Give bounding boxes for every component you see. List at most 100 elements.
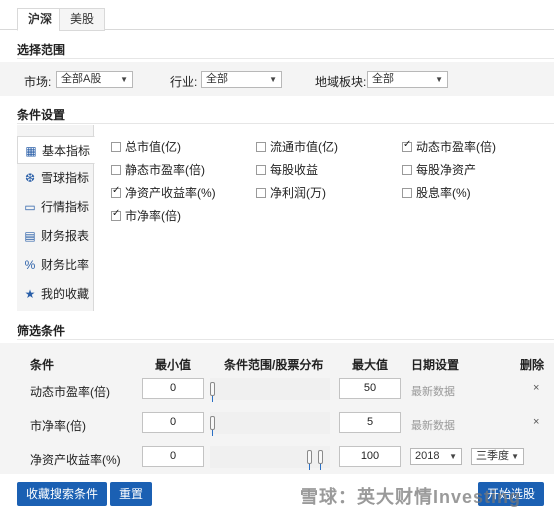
- tab-basic-indicators[interactable]: ▦ 基本指标: [17, 136, 95, 164]
- range-slider[interactable]: [210, 378, 330, 402]
- indicator-checkbox[interactable]: 净资产收益率(%): [111, 184, 216, 201]
- checkbox-box-checked: [111, 208, 121, 221]
- tab-label: 基本指标: [42, 144, 91, 158]
- indicator-checkbox[interactable]: 市净率(倍): [111, 207, 181, 224]
- filter-title: 筛选条件: [17, 324, 66, 338]
- checkbox-box: [111, 142, 121, 152]
- quarter-select[interactable]: 三季度 ▼: [471, 448, 524, 465]
- tab-my-favorites[interactable]: ★ 我的收藏: [17, 280, 94, 308]
- market-tab-bar: 沪深 美股: [0, 0, 554, 31]
- indicator-label: 每股收益: [270, 163, 319, 177]
- indicator-checkbox[interactable]: 每股收益: [256, 161, 318, 178]
- header-delete: 删除: [520, 358, 545, 372]
- industry-label: 行业:: [170, 75, 198, 89]
- date-setting-text: 最新数据: [411, 386, 455, 398]
- checkbox-box: [111, 165, 121, 175]
- conditions-title: 条件设置: [17, 108, 66, 122]
- snowball-icon: ❆: [24, 171, 36, 185]
- min-value-input[interactable]: 0: [142, 378, 204, 399]
- header-condition: 条件: [30, 358, 55, 372]
- chevron-down-icon: ▼: [511, 452, 519, 461]
- range-slider[interactable]: [210, 446, 330, 470]
- watermark: 雪球：英大财情Investing: [300, 487, 522, 507]
- filter-row-label: 净资产收益率(%): [30, 453, 121, 467]
- tab-label: 财务报表: [41, 229, 90, 243]
- indicator-label: 市净率(倍): [125, 209, 181, 223]
- region-select-value: 全部: [372, 73, 394, 85]
- slider-handle-max[interactable]: [318, 450, 323, 470]
- checkbox-box: [256, 188, 266, 198]
- bar-grid-icon: ▦: [25, 144, 37, 158]
- percent-icon: %: [24, 258, 36, 272]
- indicator-label: 股息率(%): [416, 186, 471, 200]
- scope-title: 选择范围: [17, 43, 66, 57]
- checkbox-box: [256, 165, 266, 175]
- chevron-down-icon: ▼: [120, 75, 128, 84]
- date-setting-text: 最新数据: [411, 420, 455, 432]
- indicator-label: 静态市盈率(倍): [125, 163, 205, 177]
- max-value-input[interactable]: 50: [339, 378, 401, 399]
- reset-button[interactable]: 重置: [110, 482, 153, 506]
- indicator-checkbox[interactable]: 流通市值(亿): [256, 138, 338, 155]
- industry-select[interactable]: 全部 ▼: [201, 71, 282, 88]
- checkbox-box-checked: [111, 185, 121, 198]
- divider: [17, 123, 554, 124]
- filter-row-label: 市净率(倍): [30, 419, 86, 433]
- checkbox-box: [402, 165, 412, 175]
- tab-label: 雪球指标: [41, 171, 90, 185]
- indicator-label: 总市值(亿): [125, 140, 181, 154]
- tab-financial-ratios[interactable]: % 财务比率: [17, 251, 94, 279]
- indicator-category-tabs: ▦ 基本指标 ❆ 雪球指标 ▭ 行情指标 ▤ 财务报表 % 财务比率 ★ 我的收藏: [17, 125, 95, 311]
- market-label: 市场:: [24, 75, 52, 89]
- indicator-checkbox[interactable]: 总市值(亿): [111, 138, 181, 155]
- indicator-label: 流通市值(亿): [270, 140, 338, 154]
- checkbox-box-checked: [402, 139, 412, 152]
- tab-label: 财务比率: [41, 258, 90, 272]
- market-select[interactable]: 全部A股 ▼: [56, 71, 133, 88]
- max-value-input[interactable]: 5: [339, 412, 401, 433]
- slider-handle-min[interactable]: [307, 450, 312, 470]
- indicator-label: 每股净资产: [416, 163, 477, 177]
- indicator-label: 净资产收益率(%): [125, 186, 216, 200]
- filter-row-label: 动态市盈率(倍): [30, 385, 110, 399]
- checkbox-box: [256, 142, 266, 152]
- tab-us-stocks[interactable]: 美股: [59, 8, 106, 31]
- max-value-input[interactable]: 100: [339, 446, 401, 467]
- slider-handle-min[interactable]: [210, 382, 215, 402]
- divider: [17, 339, 554, 340]
- slider-handle-min[interactable]: [210, 416, 215, 436]
- region-label: 地域板块:: [315, 75, 367, 89]
- indicator-checkbox[interactable]: 股息率(%): [402, 184, 471, 201]
- close-icon[interactable]: ×: [533, 382, 539, 394]
- indicator-checkbox[interactable]: 净利润(万): [256, 184, 326, 201]
- tab-financial-statements[interactable]: ▤ 财务报表: [17, 222, 94, 250]
- year-select[interactable]: 2018 ▼: [410, 448, 462, 465]
- chevron-down-icon: ▼: [269, 75, 277, 84]
- monitor-chart-icon: ▭: [24, 200, 36, 214]
- indicator-checkbox[interactable]: 每股净资产: [402, 161, 476, 178]
- chevron-down-icon: ▼: [435, 75, 443, 84]
- min-value-input[interactable]: 0: [142, 412, 204, 433]
- region-select[interactable]: 全部 ▼: [367, 71, 448, 88]
- range-slider[interactable]: [210, 412, 330, 436]
- save-search-button[interactable]: 收藏搜索条件: [17, 482, 108, 506]
- quarter-select-value: 三季度: [476, 450, 509, 462]
- tab-hushen[interactable]: 沪深: [17, 8, 64, 31]
- indicator-label: 净利润(万): [270, 186, 326, 200]
- market-select-value: 全部A股: [61, 73, 102, 85]
- min-value-input[interactable]: 0: [142, 446, 204, 467]
- tab-label: 行情指标: [41, 200, 90, 214]
- indicator-checkbox[interactable]: 动态市盈率(倍): [402, 138, 496, 155]
- industry-select-value: 全部: [206, 73, 228, 85]
- close-icon[interactable]: ×: [533, 416, 539, 428]
- tab-market-indicators[interactable]: ▭ 行情指标: [17, 193, 94, 221]
- header-range: 条件范围/股票分布: [224, 358, 324, 372]
- header-date: 日期设置: [411, 358, 460, 372]
- document-icon: ▤: [24, 229, 36, 243]
- header-min: 最小值: [155, 358, 192, 372]
- tab-snowball-indicators[interactable]: ❆ 雪球指标: [17, 164, 94, 192]
- checkbox-box: [402, 188, 412, 198]
- year-select-value: 2018: [415, 450, 440, 462]
- divider: [17, 58, 554, 59]
- indicator-checkbox[interactable]: 静态市盈率(倍): [111, 161, 205, 178]
